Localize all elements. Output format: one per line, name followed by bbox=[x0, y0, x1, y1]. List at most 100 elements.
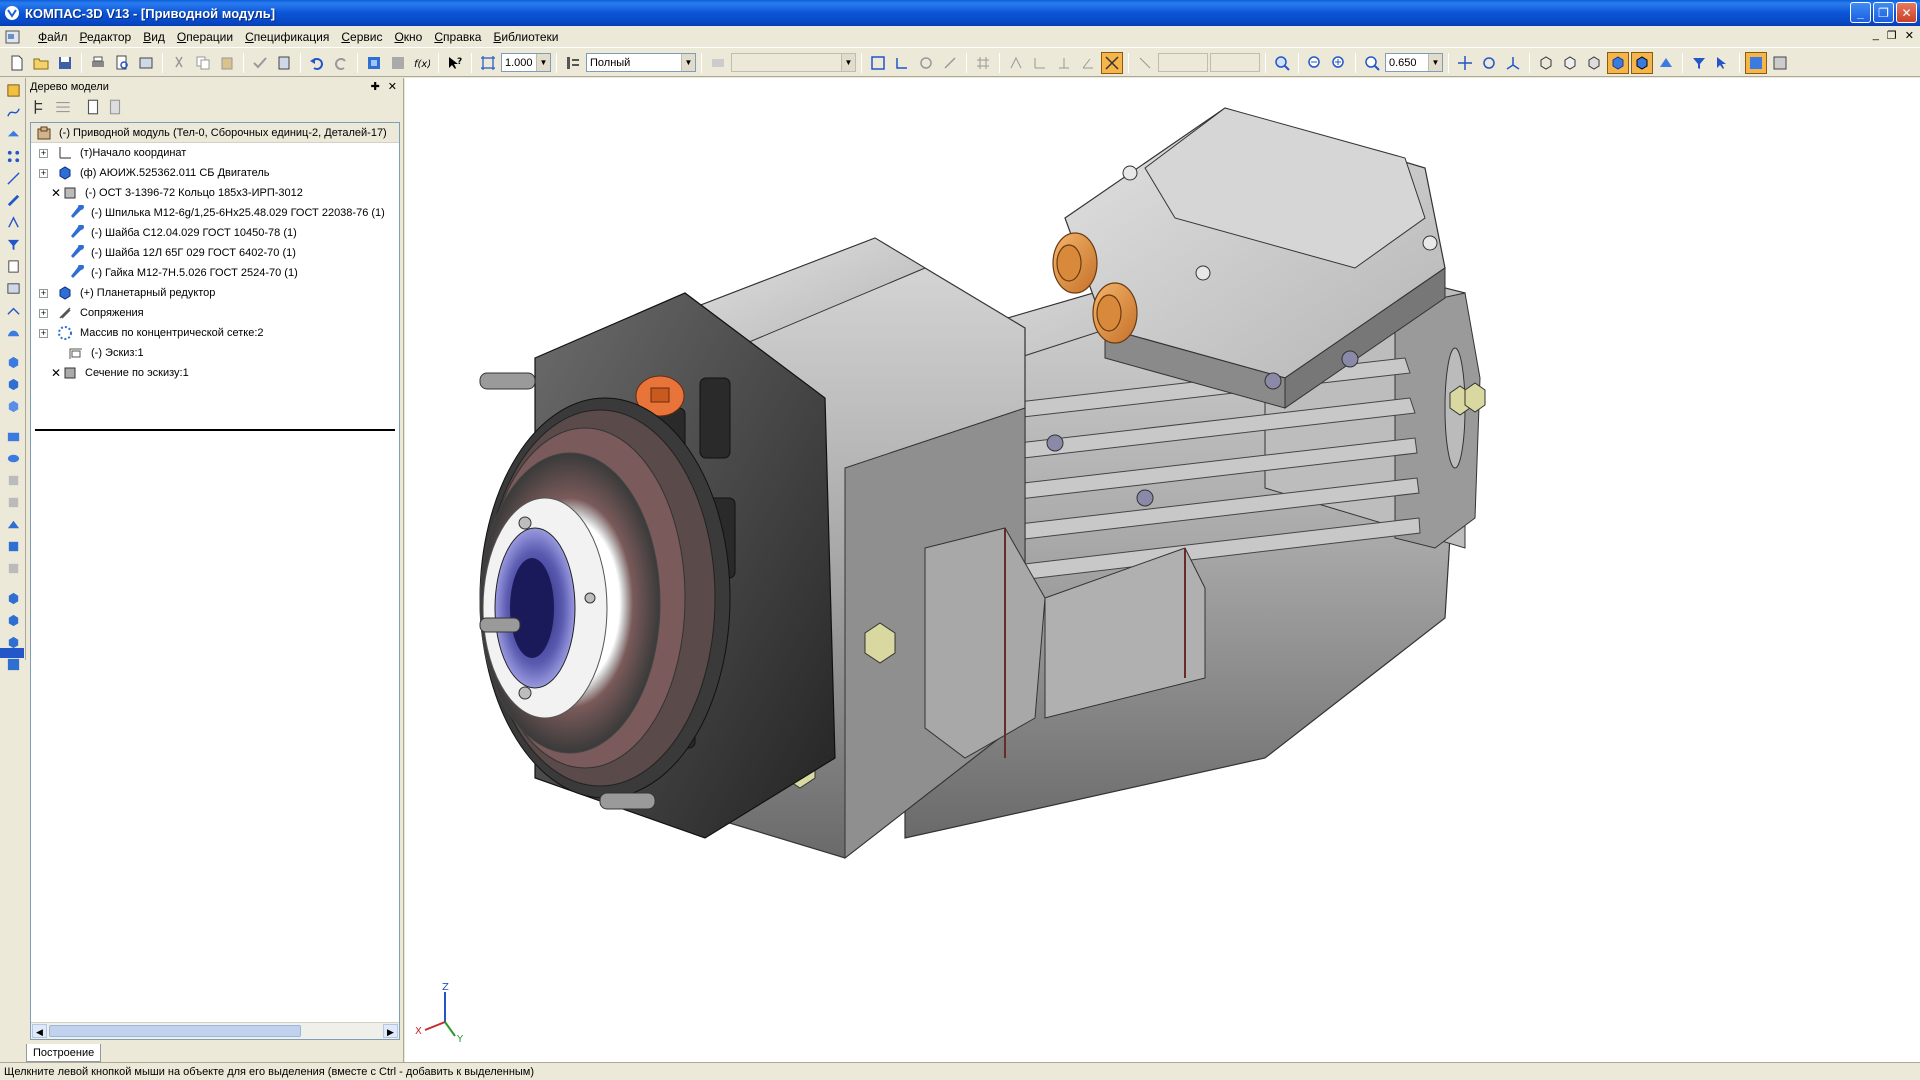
markup-button[interactable] bbox=[3, 300, 23, 320]
expand-icon[interactable]: + bbox=[39, 148, 48, 158]
mdi-minimize-button[interactable]: _ bbox=[1873, 29, 1879, 42]
tree-row[interactable]: + Массив по концентрической сетке:2 bbox=[31, 323, 399, 343]
chevron-down-icon[interactable]: ▼ bbox=[681, 54, 695, 71]
help-pointer-button[interactable]: ? bbox=[444, 52, 466, 74]
filters-button[interactable] bbox=[3, 234, 23, 254]
mdi-restore-button[interactable]: ❐ bbox=[1887, 29, 1897, 42]
menu-file[interactable]: Файл bbox=[32, 30, 74, 44]
3d-viewport[interactable]: Z X Y bbox=[405, 78, 1920, 1062]
component-add-button[interactable] bbox=[3, 374, 23, 394]
menu-window[interactable]: Окно bbox=[388, 30, 428, 44]
paste-button[interactable] bbox=[216, 52, 238, 74]
sweep-button[interactable] bbox=[3, 470, 23, 490]
open-button[interactable] bbox=[30, 52, 52, 74]
tree-close-icon[interactable]: ✕ bbox=[388, 80, 397, 93]
coords-button[interactable] bbox=[891, 52, 913, 74]
hidden-lines-button[interactable] bbox=[1559, 52, 1581, 74]
orientation-button[interactable] bbox=[1502, 52, 1524, 74]
spatial-curves-button[interactable] bbox=[3, 102, 23, 122]
tree-row[interactable]: (-) Шайба С12.04.029 ГОСТ 10450-78 (1) bbox=[31, 223, 399, 243]
redo-button[interactable] bbox=[330, 52, 352, 74]
aux-geometry-button[interactable] bbox=[3, 168, 23, 188]
cs-button-2[interactable] bbox=[1029, 52, 1051, 74]
expand-icon[interactable]: + bbox=[39, 288, 48, 298]
component-move-button[interactable] bbox=[3, 396, 23, 416]
tree-view-button[interactable] bbox=[32, 98, 50, 116]
menu-help[interactable]: Справка bbox=[428, 30, 487, 44]
layer-button[interactable] bbox=[707, 52, 729, 74]
print-button[interactable] bbox=[87, 52, 109, 74]
menu-view[interactable]: Вид bbox=[137, 30, 171, 44]
minimize-button[interactable]: _ bbox=[1850, 2, 1871, 23]
drive-module-3d-model[interactable] bbox=[405, 78, 1920, 1062]
tree-row[interactable]: + (+) Планетарный редуктор bbox=[31, 283, 399, 303]
round-button[interactable] bbox=[915, 52, 937, 74]
pin-icon[interactable]: ✚ bbox=[371, 80, 380, 93]
tree-root-row[interactable]: (-) Приводной модуль (Тел-0, Сборочных е… bbox=[31, 123, 399, 143]
menu-operations[interactable]: Операции bbox=[171, 30, 239, 44]
zoom-scale-button[interactable] bbox=[1361, 52, 1383, 74]
snap-button[interactable] bbox=[867, 52, 889, 74]
local-cs-button[interactable] bbox=[1005, 52, 1027, 74]
tree-row[interactable]: (-) Эскиз:1 bbox=[31, 343, 399, 363]
tree-row[interactable]: (-) Гайка М12-7Н.5.026 ГОСТ 2524-70 (1) bbox=[31, 263, 399, 283]
arrays-button[interactable] bbox=[3, 146, 23, 166]
wireframe-button[interactable] bbox=[1535, 52, 1557, 74]
tree-toggle-button[interactable] bbox=[1745, 51, 1767, 74]
shaded-edges-button[interactable] bbox=[1631, 51, 1653, 74]
tab-build[interactable]: Построение bbox=[26, 1044, 102, 1062]
state-button[interactable] bbox=[562, 52, 584, 74]
mdi-close-button[interactable]: ✕ bbox=[1905, 29, 1914, 42]
snap-toggle-button[interactable] bbox=[1101, 51, 1123, 74]
close-button[interactable]: ✕ bbox=[1896, 2, 1917, 23]
spec-button[interactable] bbox=[3, 256, 23, 276]
tree-structure-button[interactable] bbox=[54, 98, 72, 116]
zoom-combo[interactable]: 0.650 ▼ bbox=[1385, 53, 1443, 72]
maximize-button[interactable]: ❐ bbox=[1873, 2, 1894, 23]
cut-button[interactable] bbox=[168, 52, 190, 74]
hole-button[interactable] bbox=[3, 536, 23, 556]
preview-button[interactable] bbox=[111, 52, 133, 74]
measure-tools-button[interactable] bbox=[3, 212, 23, 232]
edit-tools-button[interactable] bbox=[3, 80, 23, 100]
library-button[interactable] bbox=[3, 588, 23, 608]
measure-button[interactable] bbox=[1134, 52, 1156, 74]
chevron-down-icon[interactable]: ▼ bbox=[536, 54, 550, 71]
copy-button[interactable] bbox=[192, 52, 214, 74]
ortho-button[interactable] bbox=[939, 52, 961, 74]
tree-horizontal-scrollbar[interactable]: ◀ ▶ bbox=[31, 1022, 399, 1039]
revolve-button[interactable] bbox=[3, 448, 23, 468]
filter-button[interactable] bbox=[1688, 52, 1710, 74]
pan-button[interactable] bbox=[1454, 52, 1476, 74]
tree-row[interactable]: + (ф) АЮИЖ.525362.011 СБ Двигатель bbox=[31, 163, 399, 183]
tree-row[interactable]: ✕ Сечение по эскизу:1 bbox=[31, 363, 399, 383]
compact-toolbar-tab[interactable] bbox=[0, 648, 24, 658]
surfaces-button[interactable] bbox=[3, 124, 23, 144]
tree-row[interactable]: + (т)Начало координат bbox=[31, 143, 399, 163]
function-button[interactable]: f(x) bbox=[411, 52, 433, 74]
manager-button[interactable] bbox=[135, 52, 157, 74]
calc-button[interactable] bbox=[273, 52, 295, 74]
tree-row[interactable]: (-) Шпилька М12-6g/1,25-6Hx25.48.029 ГОС… bbox=[31, 203, 399, 223]
zoom-out-button[interactable] bbox=[1304, 52, 1326, 74]
menu-edit[interactable]: Редактор bbox=[74, 30, 138, 44]
variables-button[interactable] bbox=[387, 52, 409, 74]
loft-button[interactable] bbox=[3, 492, 23, 512]
sheet-metal-button[interactable] bbox=[3, 322, 23, 342]
rebuild-button[interactable] bbox=[363, 52, 385, 74]
menu-libraries[interactable]: Библиотеки bbox=[487, 30, 564, 44]
tree-row[interactable]: ✕ (-) ОСТ 3-1396-72 Кольцо 185х3-ИРП-3012 bbox=[31, 183, 399, 203]
new-document-button[interactable] bbox=[6, 52, 28, 74]
fillet-button[interactable] bbox=[3, 558, 23, 578]
zoom-window-button[interactable] bbox=[1271, 52, 1293, 74]
scroll-right-icon[interactable]: ▶ bbox=[383, 1024, 398, 1038]
chevron-down-icon[interactable]: ▼ bbox=[1428, 54, 1442, 71]
tree-row[interactable]: + Сопряжения bbox=[31, 303, 399, 323]
scroll-left-icon[interactable]: ◀ bbox=[32, 1024, 47, 1038]
save-button[interactable] bbox=[54, 52, 76, 74]
grid-button[interactable] bbox=[972, 52, 994, 74]
rotate-button[interactable] bbox=[1478, 52, 1500, 74]
expand-icon[interactable]: + bbox=[39, 168, 48, 178]
scale-combo[interactable]: 1.000 ▼ bbox=[501, 53, 551, 72]
properties-button[interactable] bbox=[249, 52, 271, 74]
